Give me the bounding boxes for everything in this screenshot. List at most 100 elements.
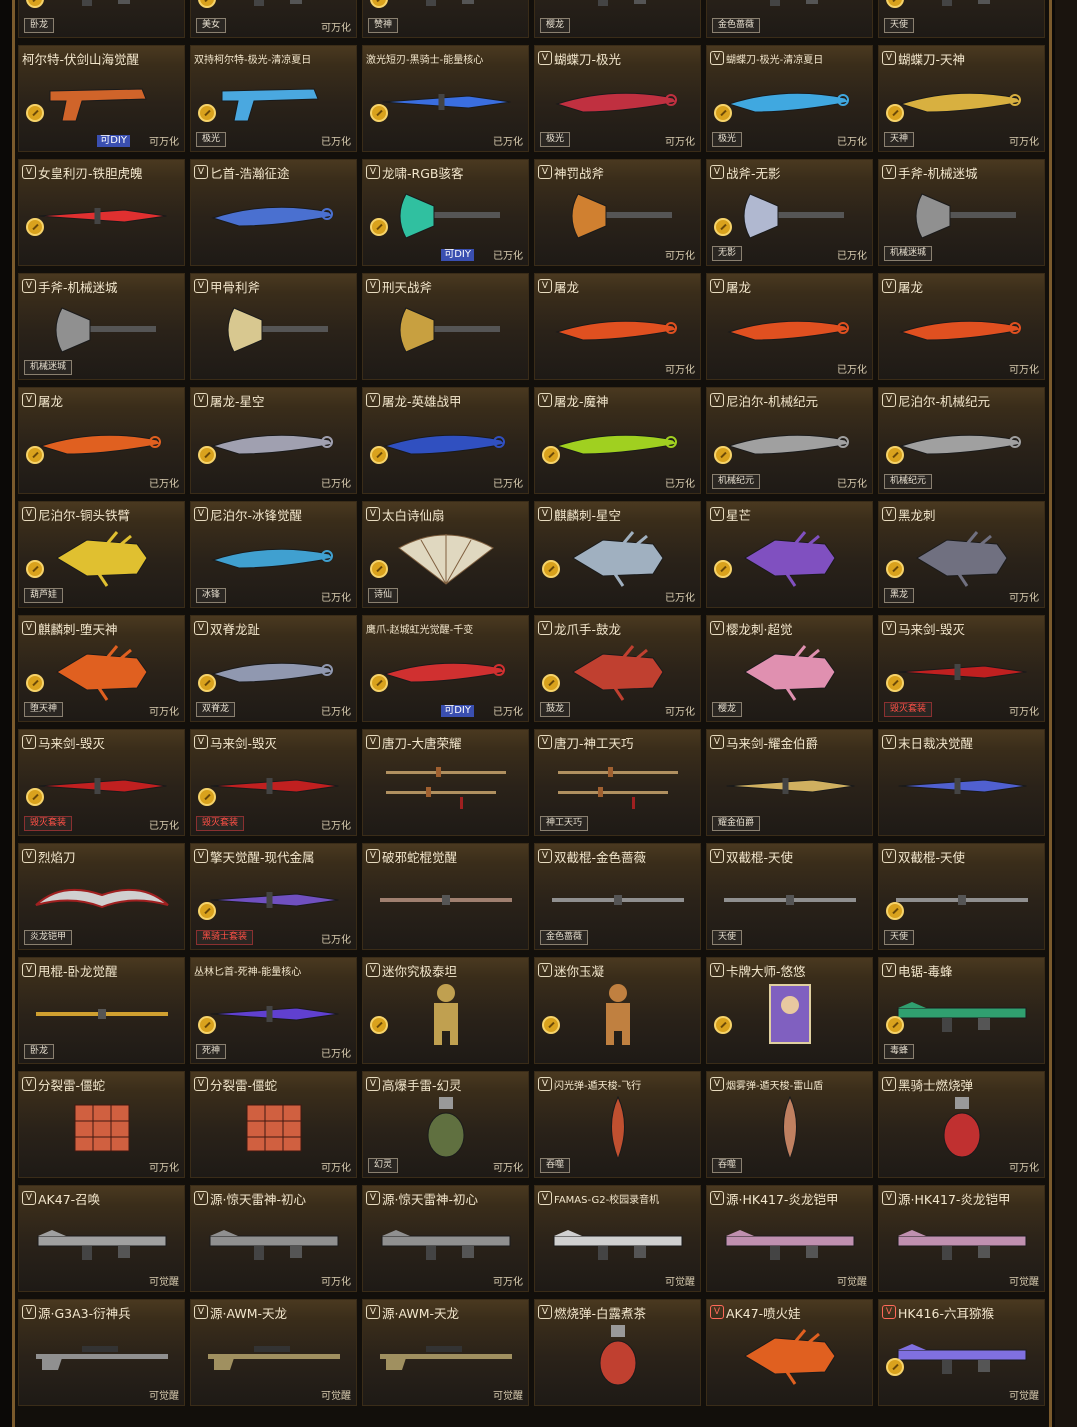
weapon-card[interactable]: V 星芒 — [706, 501, 873, 608]
weapon-card[interactable]: V 尼泊尔-机械纪元 机械纪元 已万化 — [706, 387, 873, 494]
status-label: 已万化 — [493, 251, 523, 262]
weapon-card[interactable]: V 尼泊尔-铜头铁臂 葫芦娃 — [18, 501, 185, 608]
weapon-card[interactable]: V 黑骑士燃烧弹 可万化 — [878, 1071, 1045, 1178]
weapon-card[interactable]: V 龙啸-RGB骇客 可DIY 已万化 — [362, 159, 529, 266]
weapon-card[interactable]: V 闪光弹-遁天梭-飞行 吞噬 — [534, 1071, 701, 1178]
coin-icon — [886, 674, 904, 692]
weapon-card[interactable]: V 屠龙 可万化 — [534, 273, 701, 380]
weapon-card[interactable]: V 源·HK417-炎龙铠甲 可觉醒 — [878, 1185, 1045, 1292]
weapon-card[interactable]: V AK47-召唤 可觉醒 — [18, 1185, 185, 1292]
weapon-card[interactable]: 樱龙 — [534, 0, 701, 38]
weapon-card[interactable]: V 屠龙-星空 已万化 — [190, 387, 357, 494]
weapon-card[interactable]: V 源·AWM-天龙 可觉醒 — [362, 1299, 529, 1406]
weapon-card[interactable]: V 源·AWM-天龙 可觉醒 — [190, 1299, 357, 1406]
weapon-card[interactable]: V 电锯-毒蜂 毒蜂 — [878, 957, 1045, 1064]
weapon-card[interactable]: V 双脊龙趾 双脊龙 已万化 — [190, 615, 357, 722]
weapon-card[interactable]: 双持柯尔特-极光-清凉夏日 极光 已万化 — [190, 45, 357, 152]
weapon-card[interactable]: V 手斧-机械迷城 机械迷城 — [878, 159, 1045, 266]
weapon-card[interactable]: V 战斧-无影 无影 已万化 — [706, 159, 873, 266]
weapon-card[interactable]: V FAMAS-G2-校园录音机 可觉醒 — [534, 1185, 701, 1292]
weapon-card[interactable]: V 源·G3A3-衍神兵 可觉醒 — [18, 1299, 185, 1406]
weapon-card[interactable]: V 甲骨利斧 — [190, 273, 357, 380]
weapon-card[interactable]: V 迷你玉凝 — [534, 957, 701, 1064]
weapon-card[interactable]: 丛林匕首-死神-能量核心 死神 已万化 — [190, 957, 357, 1064]
weapon-card[interactable]: V 甩棍-卧龙觉醒 卧龙 — [18, 957, 185, 1064]
weapon-card[interactable]: V 卡牌大师-悠悠 — [706, 957, 873, 1064]
weapon-card[interactable]: V 源·惊天雷神-初心 可万化 — [190, 1185, 357, 1292]
weapon-card[interactable]: V 蝴蝶刀-天神 天神 可万化 — [878, 45, 1045, 152]
weapon-card[interactable]: V 屠龙 已万化 — [18, 387, 185, 494]
weapon-card[interactable]: V 末日裁决觉醒 — [878, 729, 1045, 836]
weapon-title: V 闪光弹-遁天梭-飞行 — [538, 1075, 697, 1093]
weapon-card[interactable]: 美女 可万化 — [190, 0, 357, 38]
vip-badge-icon: V — [194, 735, 208, 749]
vip-badge-icon: V — [22, 507, 36, 521]
weapon-card[interactable]: V 刑天战斧 — [362, 273, 529, 380]
weapon-card[interactable]: V 屠龙-英雄战甲 已万化 — [362, 387, 529, 494]
weapon-card[interactable]: V 樱龙刺·超觉 樱龙 — [706, 615, 873, 722]
weapon-card[interactable]: V 女皇利刃-铁胆虎魄 — [18, 159, 185, 266]
scroll-track[interactable] — [1055, 0, 1077, 1427]
weapon-card[interactable]: 赞神 — [362, 0, 529, 38]
weapon-card[interactable]: V 神罚战斧 可万化 — [534, 159, 701, 266]
weapon-card[interactable]: V 擎天觉醒-现代金属 黑骑士套装 已万化 — [190, 843, 357, 950]
weapon-card[interactable]: V 屠龙 可万化 — [878, 273, 1045, 380]
weapon-card[interactable]: V 尼泊尔-机械纪元 机械纪元 — [878, 387, 1045, 494]
weapon-card[interactable]: V 源·惊天雷神-初心 可万化 — [362, 1185, 529, 1292]
weapon-card[interactable]: 鹰爪-赵城虹光觉醒-千变 可DIY 已万化 — [362, 615, 529, 722]
weapon-title: V 蝴蝶刀-极光 — [538, 49, 697, 67]
weapon-card[interactable]: 激光短刃-黑骑士-能量核心 已万化 — [362, 45, 529, 152]
weapon-card[interactable]: V 蝴蝶刀-极光-清凉夏日 极光 已万化 — [706, 45, 873, 152]
weapon-card[interactable]: 天使 — [878, 0, 1045, 38]
coin-icon — [714, 446, 732, 464]
weapon-image — [206, 880, 341, 924]
weapon-card[interactable]: V 麒麟刺-星空 已万化 — [534, 501, 701, 608]
weapon-card[interactable]: V 太白诗仙扇 诗仙 — [362, 501, 529, 608]
weapon-card[interactable]: V 分裂雷-僵蛇 可万化 — [18, 1071, 185, 1178]
status-label: 可万化 — [1009, 1163, 1039, 1174]
weapon-card[interactable]: V 燃烧弹-白露煮茶 — [534, 1299, 701, 1406]
weapon-card[interactable]: V 龙爪手-鼓龙 鼓龙 可万化 — [534, 615, 701, 722]
weapon-card[interactable]: 金色蔷薇 — [706, 0, 873, 38]
weapon-card[interactable]: V 唐刀-神工天巧 神工天巧 — [534, 729, 701, 836]
vip-badge-icon: V — [882, 51, 896, 65]
weapon-card[interactable]: V 双截棍-天使 天使 — [706, 843, 873, 950]
coin-icon — [198, 674, 216, 692]
weapon-card[interactable]: V HK416-六耳猕猴 可觉醒 — [878, 1299, 1045, 1406]
weapon-card[interactable]: V 马来剑-毁灭 毁灭套装 已万化 — [18, 729, 185, 836]
weapon-card[interactable]: V 源·HK417-炎龙铠甲 可觉醒 — [706, 1185, 873, 1292]
vip-badge-icon: V — [366, 963, 380, 977]
weapon-card[interactable]: V 破邪蛇棍觉醒 — [362, 843, 529, 950]
weapon-card[interactable]: 卧龙 — [18, 0, 185, 38]
weapon-card[interactable]: V 手斧-机械迷城 机械迷城 — [18, 273, 185, 380]
weapon-card[interactable]: V AK47-喷火娃 — [706, 1299, 873, 1406]
weapon-card[interactable]: V 麒麟刺-堕天神 堕天神 可万化 — [18, 615, 185, 722]
weapon-card[interactable]: V 高爆手雷-幻灵 幻灵 可万化 — [362, 1071, 529, 1178]
weapon-card[interactable]: V 尼泊尔-冰锋觉醒 冰锋 已万化 — [190, 501, 357, 608]
weapon-card[interactable]: V 双截棍-天使 天使 — [878, 843, 1045, 950]
weapon-card[interactable]: V 马来剑-耀金伯爵 耀金伯爵 — [706, 729, 873, 836]
weapon-name: 烈焰刀 — [38, 849, 76, 865]
weapon-card[interactable]: V 烟雾弹-遁天梭-雷山盾 吞噬 — [706, 1071, 873, 1178]
weapon-card[interactable]: 柯尔特-伏剑山海觉醒 可DIY 可万化 — [18, 45, 185, 152]
weapon-card[interactable]: V 双截棍-金色蔷薇 金色蔷薇 — [534, 843, 701, 950]
weapon-card[interactable]: V 迷你究极泰坦 — [362, 957, 529, 1064]
weapon-card[interactable]: V 马来剑-毁灭 毁灭套装 可万化 — [878, 615, 1045, 722]
weapon-title: V 屠龙 — [22, 391, 181, 409]
vip-badge-icon: V — [22, 735, 36, 749]
weapon-card[interactable]: V 马来剑-毁灭 毁灭套装 已万化 — [190, 729, 357, 836]
weapon-card[interactable]: V 烈焰刀 炎龙铠甲 — [18, 843, 185, 950]
weapon-card[interactable]: V 匕首-浩瀚征途 — [190, 159, 357, 266]
weapon-name: 女皇利刃-铁胆虎魄 — [38, 165, 143, 181]
skin-tag: 机械纪元 — [712, 474, 761, 489]
status-label: 可万化 — [665, 251, 695, 262]
weapon-image — [32, 1004, 172, 1028]
weapon-card[interactable]: V 唐刀-大唐荣耀 — [362, 729, 529, 836]
vip-badge-icon: V — [366, 1077, 380, 1091]
weapon-card[interactable]: V 屠龙-魔神 已万化 — [534, 387, 701, 494]
weapon-card[interactable]: V 屠龙 已万化 — [706, 273, 873, 380]
weapon-card[interactable]: V 黑龙刺 黑龙 可万化 — [878, 501, 1045, 608]
vip-badge-icon: V — [22, 963, 36, 977]
weapon-card[interactable]: V 蝴蝶刀-极光 极光 可万化 — [534, 45, 701, 152]
weapon-card[interactable]: V 分裂雷-僵蛇 可万化 — [190, 1071, 357, 1178]
